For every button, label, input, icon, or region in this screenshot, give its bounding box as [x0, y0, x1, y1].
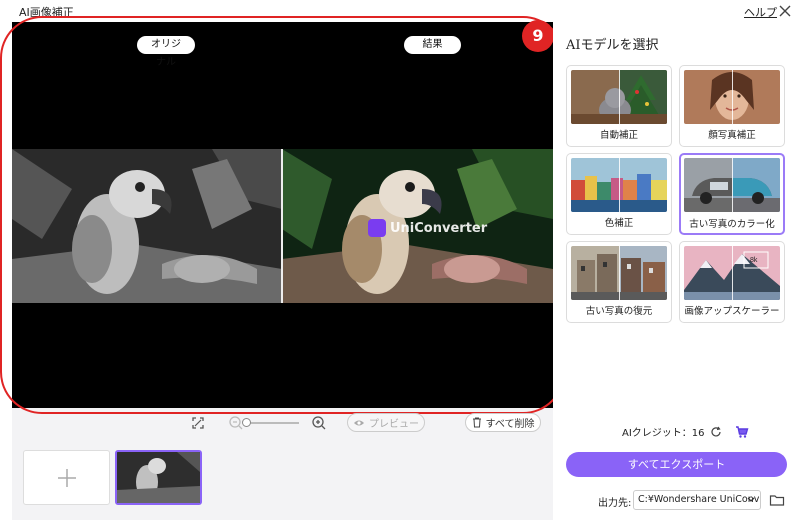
model-card-label: 古い写真の復元: [585, 306, 653, 317]
image-thumbnail[interactable]: [115, 450, 202, 505]
model-card-label: 自動補正: [599, 130, 638, 141]
original-image: [12, 149, 282, 303]
cart-icon[interactable]: [735, 425, 749, 438]
model-card-auto[interactable]: 自動補正: [566, 65, 672, 147]
model-card-label: 画像アップスケーラー: [684, 306, 780, 317]
model-preview-image: 8k: [684, 246, 780, 300]
zoom-slider-handle[interactable]: [242, 418, 251, 427]
svg-text:8k: 8k: [750, 257, 758, 264]
watermark: UniConverter: [368, 217, 487, 239]
chevron-down-icon: [747, 497, 755, 502]
ai-credits: AIクレジット：16: [622, 424, 749, 439]
credits-label: AIクレジット：16: [622, 428, 705, 439]
model-preview-image: [571, 70, 667, 124]
fit-screen-icon[interactable]: [190, 415, 206, 431]
zoom-in-icon[interactable]: [311, 415, 327, 431]
model-card-restore[interactable]: 古い写真の復元: [566, 241, 672, 323]
model-card-label: 色補正: [604, 218, 634, 229]
original-label: オリジナル: [137, 36, 195, 68]
output-path-value: C:¥Wondershare UniConv: [638, 494, 760, 505]
model-preview-image: [571, 246, 667, 300]
zoom-slider-track[interactable]: [247, 422, 299, 424]
folder-icon[interactable]: [769, 492, 785, 508]
compare-divider[interactable]: [281, 149, 283, 303]
model-card-color[interactable]: 色補正: [566, 153, 672, 235]
result-label: 結果: [404, 36, 461, 54]
model-preview-image: [684, 70, 780, 124]
watermark-text: UniConverter: [390, 220, 488, 236]
delete-all-label: すべて削除: [485, 419, 535, 430]
window-title: AI画像補正: [19, 6, 74, 19]
title-bar: AI画像補正 ヘルプ: [0, 0, 800, 22]
trash-icon: [472, 417, 481, 428]
model-preview-image: [571, 158, 667, 212]
model-preview-image: [684, 158, 780, 212]
model-card-label: 顔写真補正: [708, 130, 756, 141]
uniconverter-logo-icon: [368, 219, 386, 237]
model-panel-title: AIモデルを選択: [566, 38, 659, 53]
preview-button-label: プレビュー: [369, 419, 419, 430]
model-card-colorize[interactable]: 古い写真のカラー化: [679, 153, 785, 235]
output-label: 出力先:: [598, 498, 632, 509]
model-card-face[interactable]: 顔写真補正: [679, 65, 785, 147]
close-icon[interactable]: [776, 2, 794, 20]
preview-button[interactable]: プレビュー: [347, 413, 425, 432]
preview-canvas: オリジナル 結果 UniConverter: [12, 22, 553, 408]
output-path-select[interactable]: C:¥Wondershare UniConv: [633, 490, 761, 510]
export-all-button[interactable]: すべてエクスポート: [566, 452, 787, 477]
plus-icon: [57, 468, 76, 487]
help-link[interactable]: ヘルプ: [744, 4, 777, 20]
delete-all-button[interactable]: すべて削除: [465, 413, 541, 432]
eye-icon: [354, 420, 364, 425]
annotation-badge: 9: [522, 20, 554, 52]
add-image-button[interactable]: [23, 450, 110, 505]
refresh-icon[interactable]: [710, 426, 722, 438]
model-card-label: 古い写真のカラー化: [689, 219, 775, 230]
model-card-upscaler[interactable]: 8k 画像アップスケーラー: [679, 241, 785, 323]
